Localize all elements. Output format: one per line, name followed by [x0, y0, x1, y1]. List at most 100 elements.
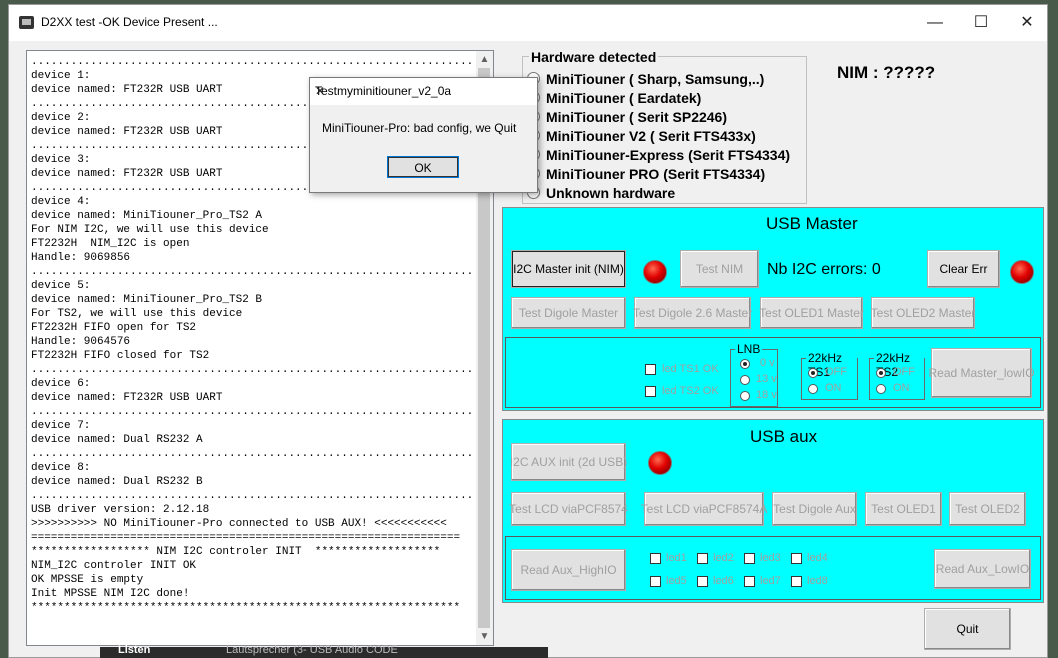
hardware-option[interactable]: MiniTiouner ( Eardatek): [527, 90, 701, 109]
log-line: OK MPSSE is empty: [31, 574, 144, 586]
test-oled2-button[interactable]: Test OLED2: [949, 492, 1026, 526]
aux-led-checkbox[interactable]: [791, 553, 802, 564]
log-line: device 7:: [31, 420, 91, 432]
aux-led-icon: [648, 451, 672, 475]
maximize-button[interactable]: ☐: [958, 5, 1004, 41]
ts1-on-label: ON: [825, 382, 842, 394]
title-bar: D2XX test -OK Device Present ... — ☐ ✕: [9, 5, 1047, 41]
ts2-22khz-group: 22kHz TS2 OFF ON: [869, 351, 925, 400]
test-digole-master-button[interactable]: Test Digole Master: [511, 297, 626, 329]
log-line: For NIM I2C, we will use this device: [31, 224, 269, 236]
error-dialog: Testmyminitiouner_v2_0a ✕ MiniTiouner-Pr…: [309, 77, 538, 193]
lnb-0v-radio[interactable]: [740, 359, 750, 369]
aux-led-checkbox[interactable]: [697, 576, 708, 587]
lnb-13v-label: 13 v: [756, 373, 777, 385]
taskbar-speaker-label: Lautsprecher (3- USB Audio CODE: [226, 644, 398, 656]
app-icon: [19, 16, 34, 29]
aux-led-label: led6: [713, 575, 734, 587]
read-aux-lowio-button[interactable]: Read Aux_LowIO: [934, 549, 1031, 589]
main-window: D2XX test -OK Device Present ... — ☐ ✕ .…: [8, 4, 1048, 658]
log-line: device 8:: [31, 462, 91, 474]
ts1-on-radio[interactable]: [808, 384, 818, 394]
hardware-option[interactable]: MiniTiouner ( Serit SP2246): [527, 109, 727, 128]
i2c-master-init-button[interactable]: I2C Master init (NIM): [511, 250, 626, 288]
test-nim-button[interactable]: Test NIM: [680, 250, 759, 288]
aux-led-label: led4: [807, 552, 828, 564]
aux-led-checkbox[interactable]: [650, 553, 661, 564]
clear-err-button[interactable]: Clear Err: [927, 250, 1000, 288]
ts1-off-radio[interactable]: [808, 368, 818, 378]
log-line: ........................................…: [31, 448, 473, 460]
log-line: ........................................…: [31, 56, 473, 68]
close-button[interactable]: ✕: [1004, 5, 1047, 41]
aux-led-checkbox[interactable]: [697, 553, 708, 564]
log-line: ........................................…: [31, 364, 473, 376]
read-aux-highio-button[interactable]: Read Aux_HighIO: [511, 549, 626, 591]
aux-led-checkbox[interactable]: [744, 576, 755, 587]
log-line: ****************************************…: [31, 602, 461, 614]
quit-button[interactable]: Quit: [924, 608, 1011, 650]
usb-aux-title: USB aux: [750, 427, 818, 446]
i2c-aux-init-button[interactable]: I2C AUX init (2d USB): [510, 443, 627, 481]
test-lcd-pcf8574-button[interactable]: Test LCD viaPCF8574: [509, 492, 628, 526]
hardware-option-label: MiniTiouner ( Eardatek): [546, 90, 702, 106]
log-line: FT2232H FIFO open for TS2: [31, 322, 197, 334]
scroll-down-icon[interactable]: ▼: [476, 628, 493, 645]
test-digole26-master-button[interactable]: Test Digole 2.6 Master: [633, 297, 752, 329]
lnb-legend: LNB: [735, 342, 763, 356]
log-line: FT2232H FIFO closed for TS2: [31, 350, 210, 362]
hardware-option-label: MiniTiouner ( Sharp, Samsung,..): [546, 71, 765, 87]
log-line: NIM_I2C controler INIT OK: [31, 560, 197, 572]
lnb-18v-radio[interactable]: [740, 391, 750, 401]
aux-led-checkbox[interactable]: [791, 576, 802, 587]
minimize-button[interactable]: —: [912, 5, 958, 41]
read-master-lowio-button[interactable]: Read Master_lowIO: [928, 348, 1035, 398]
hardware-legend: Hardware detected: [529, 49, 659, 65]
led-ts1-checkbox[interactable]: [645, 364, 656, 375]
log-line: Handle: 9064576: [31, 336, 131, 348]
usb-master-panel: USB Master I2C Master init (NIM) Test NI…: [502, 207, 1044, 411]
log-line: USB driver version: 2.12.18: [31, 504, 210, 516]
hardware-option-label: MiniTiouner ( Serit SP2246): [546, 109, 728, 125]
window-title: D2XX test -OK Device Present ...: [41, 15, 218, 29]
scroll-up-icon[interactable]: ▲: [476, 51, 493, 68]
hardware-group: Hardware detected MiniTiouner ( Sharp, S…: [522, 49, 807, 204]
hardware-option[interactable]: Unknown hardware: [527, 185, 675, 204]
aux-led-checkbox[interactable]: [744, 553, 755, 564]
dialog-message: MiniTiouner-Pro: bad config, we Quit: [322, 121, 517, 135]
hardware-option-label: MiniTiouner PRO (Serit FTS4334): [546, 166, 766, 182]
led-ts2-checkbox[interactable]: [645, 386, 656, 397]
test-lcd-pcf8574a-button[interactable]: Test LCD viaPCF8574A: [641, 492, 767, 526]
dialog-ok-button[interactable]: OK: [387, 156, 459, 178]
log-line: Handle: 9069856: [31, 252, 131, 264]
master-led-icon: [643, 260, 667, 284]
lnb-0v-label: 0 v: [760, 357, 775, 369]
test-oled1-button[interactable]: Test OLED1: [865, 492, 942, 526]
hardware-option-label: MiniTiouner V2 ( Serit FTS433x): [546, 128, 756, 144]
nim-label: NIM : ?????: [837, 63, 936, 82]
ts2-on-radio[interactable]: [876, 384, 886, 394]
test-oled2-master-button[interactable]: Test OLED2 Master: [871, 297, 975, 329]
lnb-group: LNB 0 v 13 v 18 v: [730, 342, 778, 407]
aux-led-checkbox[interactable]: [650, 576, 661, 587]
hardware-option[interactable]: MiniTiouner ( Sharp, Samsung,..): [527, 71, 764, 90]
ts2-on-label: ON: [893, 382, 910, 394]
log-line: device named: MiniTiouner_Pro_TS2 A: [31, 210, 263, 222]
dialog-close-icon[interactable]: ✕: [315, 84, 531, 98]
taskbar-listen-label: Listen: [118, 644, 151, 656]
led-ts2-label: led TS2 OK: [662, 385, 719, 397]
hardware-option[interactable]: MiniTiouner PRO (Serit FTS4334): [527, 166, 765, 185]
aux-led-label: led5: [666, 575, 687, 587]
usb-master-title: USB Master: [766, 214, 858, 233]
i2c-errors-label: Nb I2C errors: 0: [767, 261, 881, 278]
aux-led-label: led8: [807, 575, 828, 587]
error-led-icon: [1010, 260, 1034, 284]
lnb-13v-radio[interactable]: [740, 375, 750, 385]
ts2-off-label: OFF: [893, 366, 915, 378]
test-digole-aux-button[interactable]: Test Digole Aux: [772, 492, 857, 526]
ts2-off-radio[interactable]: [876, 368, 886, 378]
hardware-option[interactable]: MiniTiouner V2 ( Serit FTS433x): [527, 128, 756, 147]
led-ts1-label: led TS1 OK: [662, 363, 719, 375]
test-oled1-master-button[interactable]: Test OLED1 Master: [759, 297, 864, 329]
hardware-option[interactable]: MiniTiouner-Express (Serit FTS4334): [527, 147, 790, 166]
